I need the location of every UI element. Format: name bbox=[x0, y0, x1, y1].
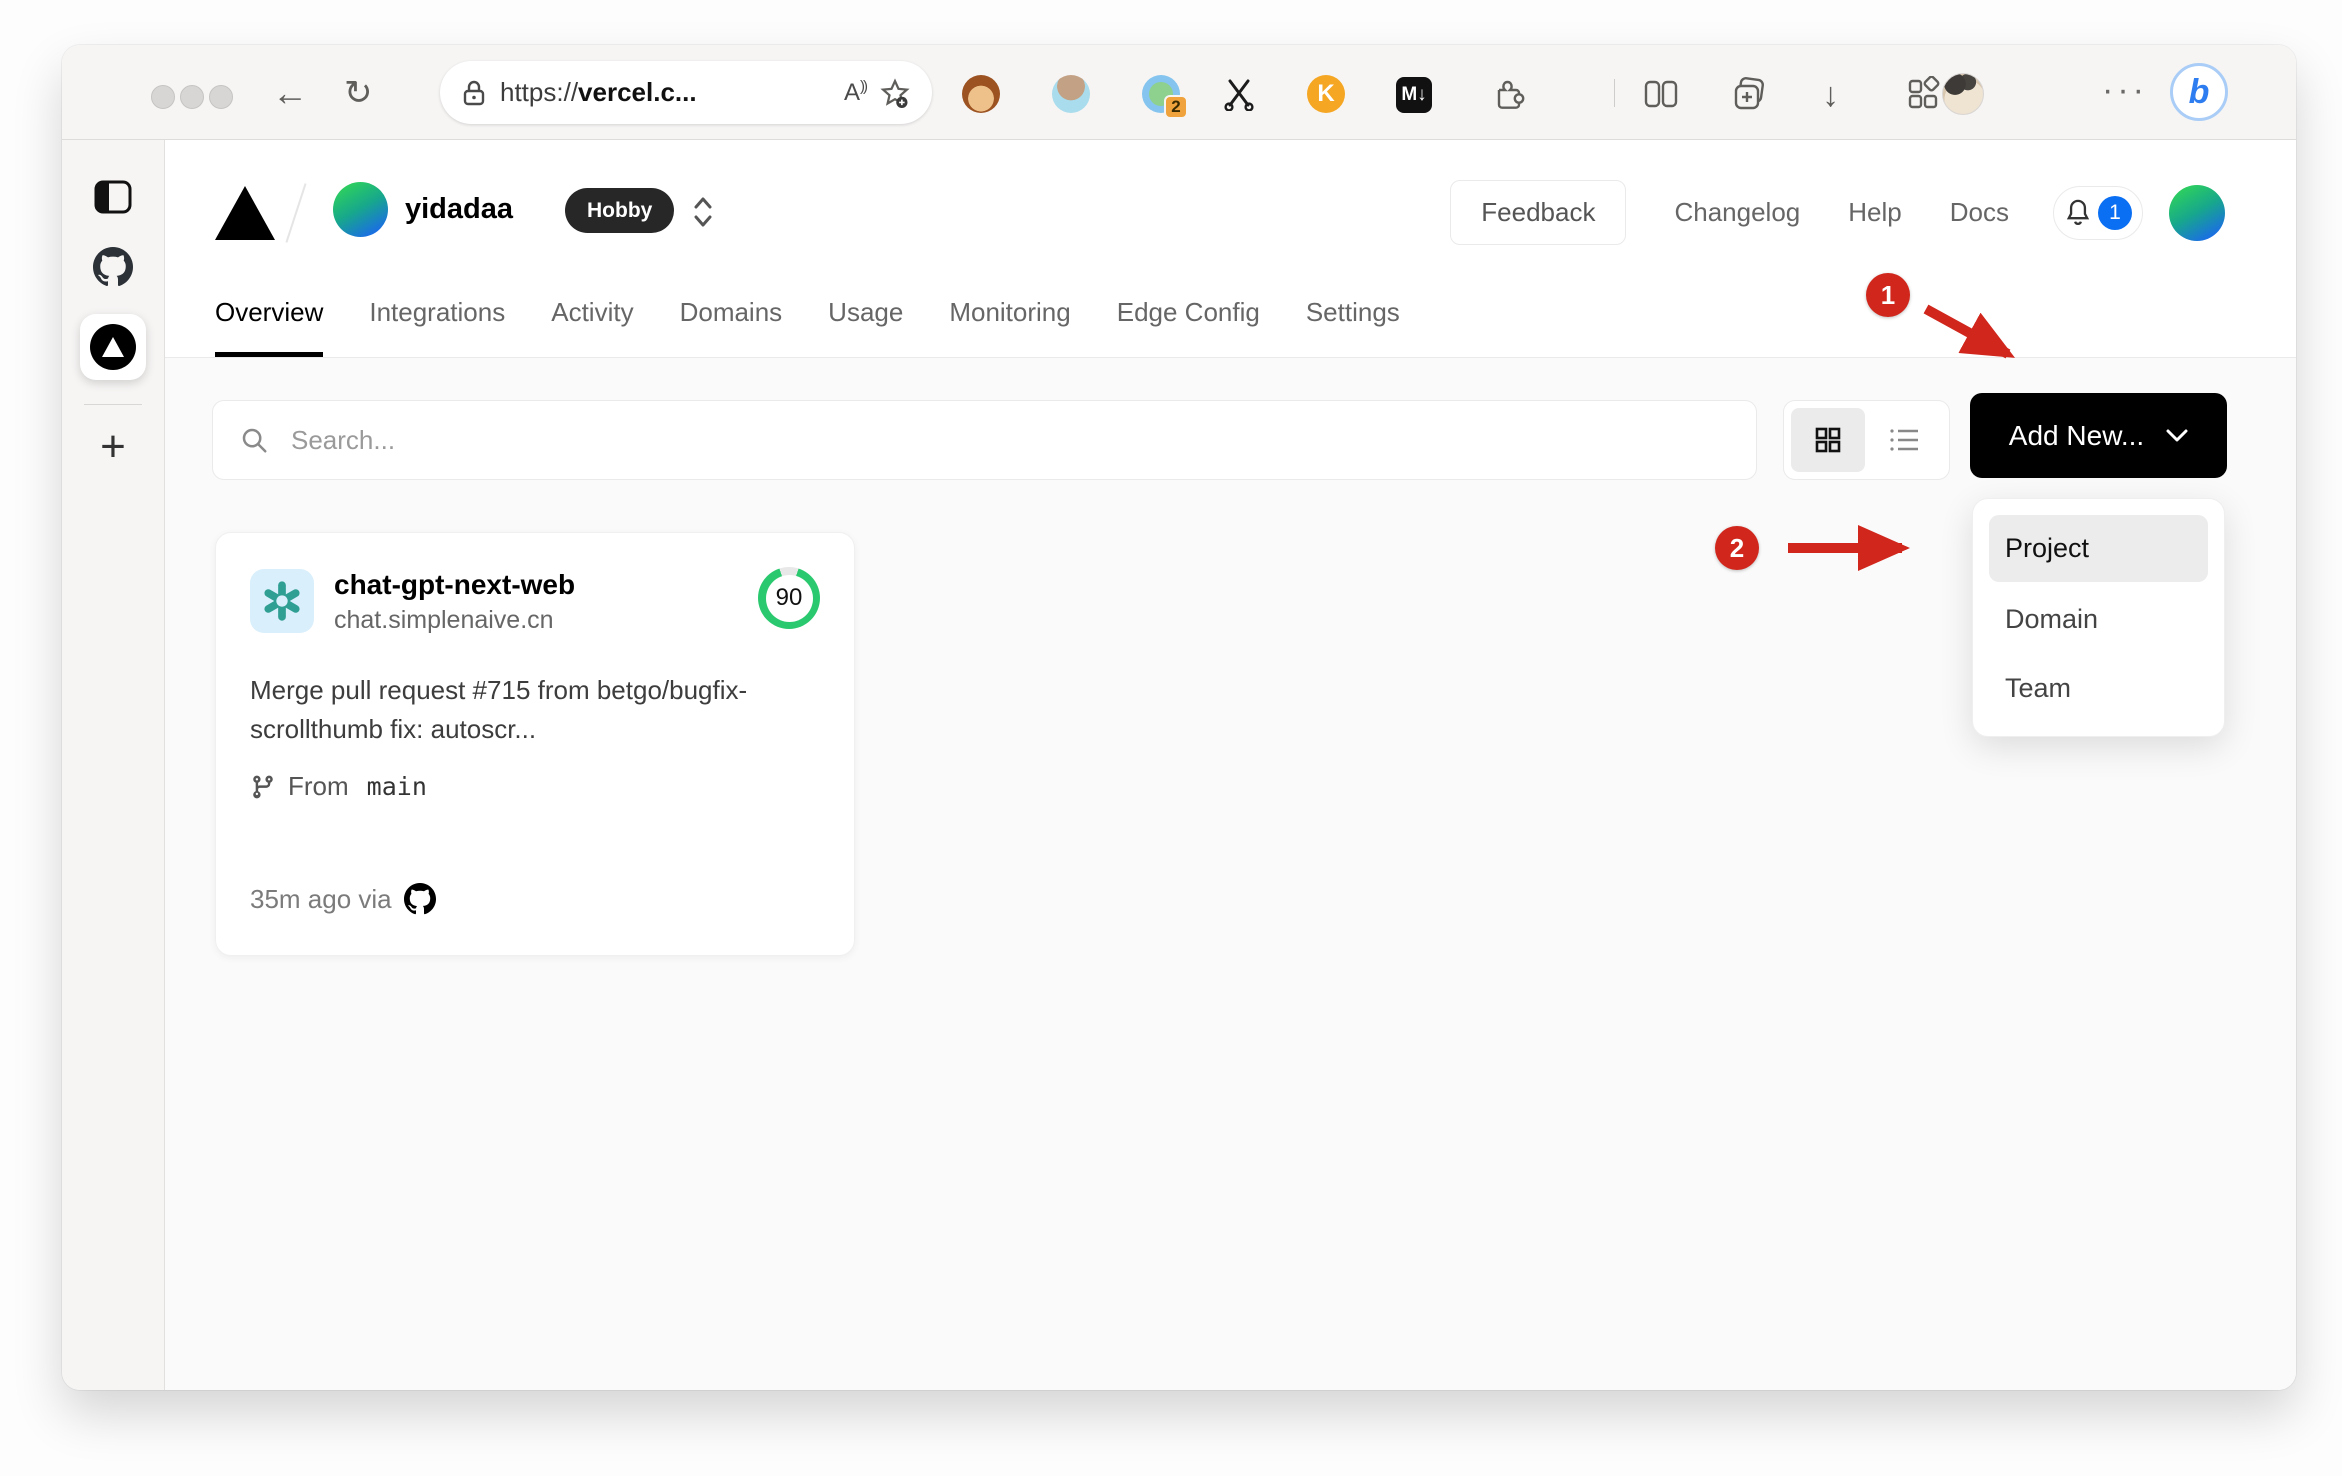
plan-badge: Hobby bbox=[565, 188, 675, 233]
vercel-logo-icon[interactable] bbox=[215, 186, 275, 240]
tab-edge-config[interactable]: Edge Config bbox=[1117, 297, 1260, 357]
grid-view-button[interactable] bbox=[1791, 408, 1865, 472]
dashboard-tabs: Overview Integrations Activity Domains U… bbox=[215, 297, 1400, 357]
translator-extension-icon[interactable]: 2 bbox=[1142, 75, 1188, 119]
toolbar-overflow-menu-icon[interactable]: ··· bbox=[2102, 71, 2148, 110]
grid-view-icon bbox=[1815, 427, 1841, 453]
split-screen-icon[interactable] bbox=[1642, 75, 1680, 113]
vercel-site-icon bbox=[90, 324, 136, 370]
help-link[interactable]: Help bbox=[1848, 197, 1901, 228]
edge-sidebar: + bbox=[62, 140, 165, 1390]
sidebar-add-icon[interactable]: + bbox=[100, 425, 126, 469]
bell-icon bbox=[2066, 199, 2090, 225]
feedback-button[interactable]: Feedback bbox=[1450, 180, 1627, 245]
url-text: https://vercel.c... bbox=[500, 77, 697, 107]
search-icon bbox=[242, 428, 267, 453]
tab-integrations[interactable]: Integrations bbox=[369, 297, 505, 357]
bing-copilot-icon[interactable]: b bbox=[2170, 63, 2228, 121]
tab-overview[interactable]: Overview bbox=[215, 297, 324, 357]
sidebar-divider bbox=[84, 404, 142, 405]
lighthouse-score-value: 90 bbox=[765, 574, 813, 622]
project-name[interactable]: chat-gpt-next-web bbox=[334, 567, 575, 602]
page-body: Add New... Project Domain Team bbox=[165, 358, 2296, 1390]
translator-badge: 2 bbox=[1164, 95, 1188, 119]
add-new-dropdown: Project Domain Team bbox=[1972, 498, 2225, 737]
breadcrumb-slash bbox=[285, 183, 307, 243]
tab-activity[interactable]: Activity bbox=[551, 297, 633, 357]
content-row: + yidadaa Hobby Feedback Changelog Help … bbox=[62, 140, 2296, 1390]
lighthouse-score-ring: 90 bbox=[758, 567, 820, 629]
add-new-button[interactable]: Add New... bbox=[1970, 393, 2227, 478]
deploy-time: 35m ago via bbox=[250, 883, 392, 914]
extensions-puzzle-icon[interactable] bbox=[1490, 75, 1528, 113]
collections-icon[interactable] bbox=[1730, 75, 1768, 113]
project-title-block: chat-gpt-next-web chat.simplenaive.cn bbox=[334, 567, 575, 635]
notifications-button[interactable]: 1 bbox=[2053, 185, 2143, 240]
team-avatar[interactable] bbox=[333, 182, 388, 237]
menu-item-team[interactable]: Team bbox=[1989, 657, 2208, 720]
branch-label: From bbox=[288, 771, 349, 801]
vercel-page: yidadaa Hobby Feedback Changelog Help Do… bbox=[165, 140, 2296, 1390]
list-view-icon bbox=[1890, 429, 1919, 451]
toolbar-divider bbox=[1614, 79, 1615, 107]
commit-message: Merge pull request #715 from betgo/bugfi… bbox=[250, 675, 748, 744]
branch-row: From main bbox=[250, 771, 820, 802]
openai-project-icon bbox=[250, 569, 314, 633]
reload-button[interactable]: ↻ bbox=[344, 69, 373, 117]
menu-item-project[interactable]: Project bbox=[1989, 515, 2208, 582]
profile-extension-icon[interactable] bbox=[1052, 75, 1090, 113]
menu-item-domain[interactable]: Domain bbox=[1989, 588, 2208, 651]
browser-window: ← ↻ https://vercel.c... A)) 2 K M↓ ↓ ···… bbox=[62, 45, 2296, 1390]
traffic-light-zoom-button[interactable] bbox=[209, 85, 233, 109]
annotation-step-2-badge: 2 bbox=[1715, 526, 1759, 570]
team-switcher-icon[interactable] bbox=[685, 192, 721, 232]
downloads-icon[interactable]: ↓ bbox=[1822, 71, 1839, 119]
apps-grid-icon[interactable] bbox=[1904, 75, 1942, 113]
search-input[interactable] bbox=[289, 423, 1730, 457]
screenshot-stage: ← ↻ https://vercel.c... A)) 2 K M↓ ↓ ···… bbox=[0, 0, 2342, 1476]
browser-toolbar: ← ↻ https://vercel.c... A)) 2 K M↓ ↓ ···… bbox=[62, 45, 2296, 140]
deploy-meta: 35m ago via bbox=[250, 883, 436, 915]
branch-name: main bbox=[366, 772, 427, 801]
header-actions: Feedback Changelog Help Docs 1 bbox=[1450, 180, 2225, 245]
read-aloud-icon[interactable]: A)) bbox=[844, 78, 868, 107]
chevron-down-icon bbox=[2166, 429, 2188, 441]
team-name[interactable]: yidadaa bbox=[405, 193, 513, 226]
traffic-light-close-button[interactable] bbox=[151, 85, 175, 109]
tab-settings[interactable]: Settings bbox=[1306, 297, 1400, 357]
scissors-extension-icon[interactable] bbox=[1220, 75, 1258, 113]
project-search[interactable] bbox=[212, 400, 1757, 480]
markdown-download-extension-icon[interactable]: M↓ bbox=[1396, 77, 1432, 113]
favorite-star-icon[interactable] bbox=[880, 77, 910, 108]
project-card[interactable]: chat-gpt-next-web chat.simplenaive.cn 90… bbox=[215, 532, 855, 956]
lock-icon bbox=[463, 80, 485, 105]
user-avatar[interactable] bbox=[2169, 184, 2225, 241]
back-button[interactable]: ← bbox=[272, 69, 308, 117]
git-branch-icon bbox=[253, 775, 273, 798]
github-icon bbox=[403, 883, 436, 915]
github-sidebar-icon[interactable] bbox=[90, 244, 136, 290]
view-toggle bbox=[1783, 400, 1950, 480]
tampermonkey-extension-icon[interactable] bbox=[962, 75, 1000, 113]
docs-link[interactable]: Docs bbox=[1950, 197, 2009, 228]
tab-monitoring[interactable]: Monitoring bbox=[949, 297, 1070, 357]
traffic-light-minimize-button[interactable] bbox=[180, 85, 204, 109]
tab-domains[interactable]: Domains bbox=[680, 297, 783, 357]
sidebar-panel-toggle-icon[interactable] bbox=[90, 174, 136, 220]
project-card-header: chat-gpt-next-web chat.simplenaive.cn bbox=[250, 567, 820, 635]
project-domain[interactable]: chat.simplenaive.cn bbox=[334, 606, 575, 635]
list-view-button[interactable] bbox=[1869, 408, 1943, 472]
browser-profile-avatar[interactable] bbox=[1942, 73, 1984, 115]
tab-usage[interactable]: Usage bbox=[828, 297, 903, 357]
vercel-sidebar-tile-active[interactable] bbox=[80, 314, 146, 380]
add-new-label: Add New... bbox=[2008, 419, 2145, 451]
kagi-extension-icon[interactable]: K bbox=[1307, 75, 1345, 113]
notification-count-badge: 1 bbox=[2098, 195, 2132, 230]
annotation-step-1-badge: 1 bbox=[1866, 273, 1910, 317]
vercel-header: yidadaa Hobby Feedback Changelog Help Do… bbox=[165, 140, 2296, 358]
address-bar[interactable]: https://vercel.c... A)) bbox=[440, 61, 932, 124]
changelog-link[interactable]: Changelog bbox=[1674, 197, 1800, 228]
